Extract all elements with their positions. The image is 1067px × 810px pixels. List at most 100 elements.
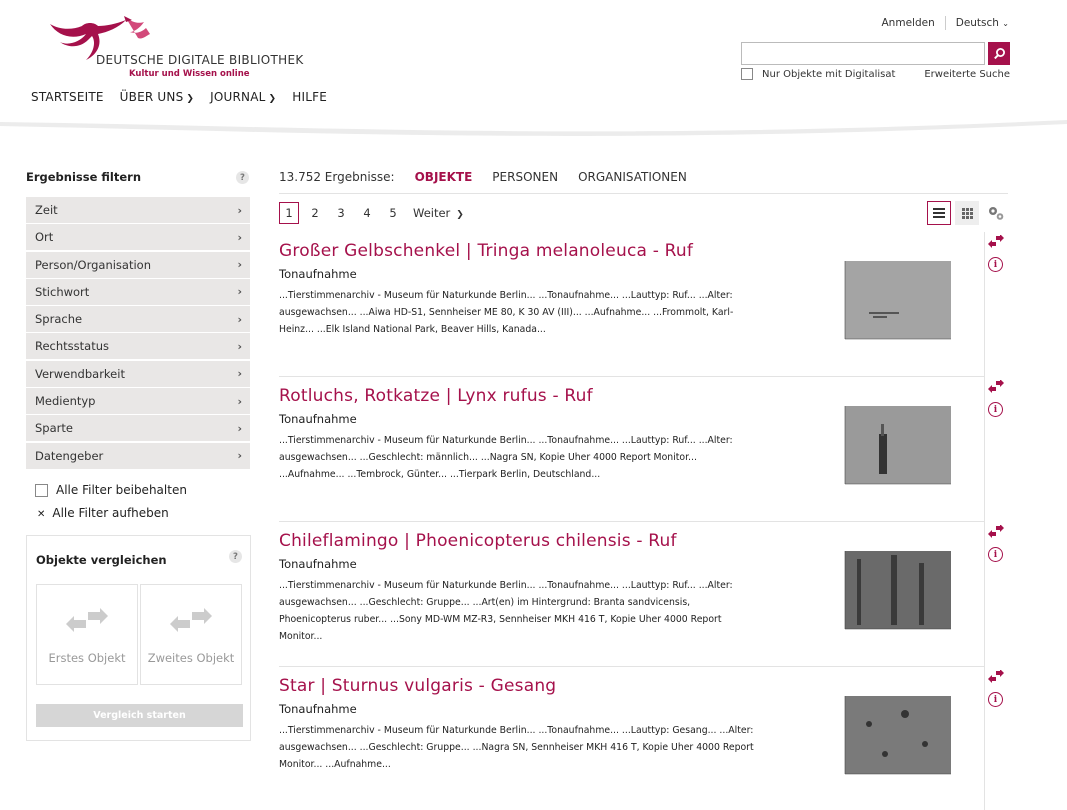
chevron-right-icon: › bbox=[237, 203, 242, 217]
result-snippet: ...Tierstimmenarchiv - Museum für Naturk… bbox=[279, 290, 734, 335]
result-title[interactable]: Großer Gelbschenkel | Tringa melanoleuca… bbox=[279, 241, 693, 261]
filter-item-zeit[interactable]: Zeit › bbox=[26, 197, 250, 223]
next-label: Weiter bbox=[413, 206, 451, 220]
ddb-logo[interactable]: DEUTSCHE DIGITALE BIBLIOTHEK Kultur und … bbox=[46, 14, 303, 84]
language-label: Deutsch bbox=[955, 17, 999, 29]
chevron-right-icon: › bbox=[237, 285, 242, 299]
filter-item-medientyp[interactable]: Medientyp › bbox=[26, 388, 250, 415]
compare-slot-second[interactable]: Zweites Objekt bbox=[140, 584, 242, 685]
compare-title: Objekte vergleichen bbox=[36, 553, 167, 567]
chevron-right-icon: › bbox=[237, 449, 242, 463]
tab-objekte[interactable]: OBJEKTE bbox=[415, 170, 473, 184]
login-link[interactable]: Anmelden bbox=[882, 17, 935, 29]
nav-item-journal[interactable]: JOURNAL ❯ bbox=[210, 90, 276, 104]
page-4[interactable]: 4 bbox=[357, 202, 377, 224]
grid-view-button[interactable] bbox=[955, 201, 979, 225]
info-icon[interactable]: i bbox=[988, 692, 1003, 707]
page-2[interactable]: 2 bbox=[305, 202, 325, 224]
keep-filters-checkbox[interactable]: Alle Filter beibehalten bbox=[35, 483, 187, 497]
list-view-button[interactable] bbox=[927, 201, 951, 225]
page-1[interactable]: 1 bbox=[279, 202, 299, 224]
filter-label: Medientyp bbox=[35, 394, 96, 409]
next-page-button[interactable]: Weiter ❯ bbox=[413, 206, 464, 220]
result-snippet: ...Tierstimmenarchiv - Museum für Naturk… bbox=[279, 725, 754, 770]
compare-arrows-icon[interactable] bbox=[988, 235, 1004, 249]
tab-organisationen[interactable]: ORGANISATIONEN bbox=[578, 170, 687, 184]
page-5[interactable]: 5 bbox=[383, 202, 403, 224]
list-icon bbox=[933, 208, 945, 218]
compare-slot-first[interactable]: Erstes Objekt bbox=[36, 584, 138, 685]
compare-arrows-icon[interactable] bbox=[988, 380, 1004, 394]
result-snippet: ...Tierstimmenarchiv - Museum für Naturk… bbox=[279, 580, 733, 642]
result-title[interactable]: Rotluchs, Rotkatze | Lynx rufus - Ruf bbox=[279, 386, 593, 406]
info-icon[interactable]: i bbox=[988, 547, 1003, 562]
result-item: Star | Sturnus vulgaris - Gesang Tonaufn… bbox=[279, 667, 985, 810]
info-icon[interactable]: i bbox=[988, 257, 1003, 272]
chevron-right-icon: › bbox=[237, 367, 242, 381]
spectrogram-thumbnail[interactable] bbox=[839, 694, 951, 780]
result-title[interactable]: Chileflamingo | Phoenicopterus chilensis… bbox=[279, 531, 677, 551]
search-input[interactable] bbox=[741, 42, 985, 65]
result-item: Chileflamingo | Phoenicopterus chilensis… bbox=[279, 522, 985, 667]
advanced-search-link[interactable]: Erweiterte Suche bbox=[924, 69, 1010, 80]
filter-item-ort[interactable]: Ort › bbox=[26, 224, 250, 251]
chevron-right-icon: › bbox=[237, 312, 242, 326]
help-icon[interactable]: ? bbox=[236, 171, 249, 184]
spectrogram-thumbnail[interactable] bbox=[839, 549, 951, 635]
divider bbox=[944, 16, 946, 30]
filter-label: Person/Organisation bbox=[35, 257, 151, 272]
pagination: 1 2 3 4 5 Weiter ❯ bbox=[279, 202, 464, 224]
header-swoosh bbox=[0, 120, 1067, 136]
result-item: Großer Gelbschenkel | Tringa melanoleuca… bbox=[279, 232, 985, 377]
compare-panel: Objekte vergleichen ? Erstes Objekt Zwei… bbox=[26, 535, 251, 741]
gears-icon bbox=[989, 207, 1004, 220]
result-type: Tonaufnahme bbox=[279, 702, 357, 716]
checkbox-box[interactable] bbox=[35, 483, 48, 497]
filter-heading-text: Ergebnisse filtern bbox=[26, 170, 142, 184]
search-button[interactable] bbox=[988, 42, 1010, 65]
spectrogram-thumbnail[interactable] bbox=[839, 404, 951, 490]
help-icon[interactable]: ? bbox=[229, 550, 242, 563]
close-icon: ✕ bbox=[37, 509, 46, 520]
result-item: Rotluchs, Rotkatze | Lynx rufus - Ruf To… bbox=[279, 377, 985, 522]
chevron-down-icon: ❯ bbox=[186, 94, 195, 104]
filter-item-verwendbarkeit[interactable]: Verwendbarkeit › bbox=[26, 360, 250, 387]
chevron-right-icon: › bbox=[237, 230, 242, 244]
chevron-right-icon: › bbox=[237, 421, 242, 435]
nav-label: JOURNAL bbox=[210, 90, 266, 104]
tab-personen[interactable]: PERSONEN bbox=[492, 170, 558, 184]
checkbox-box[interactable] bbox=[741, 68, 753, 80]
nav-item-startseite[interactable]: STARTSEITE bbox=[31, 90, 104, 104]
nav-item-hilfe[interactable]: HILFE bbox=[292, 90, 327, 104]
filter-label: Sprache bbox=[35, 312, 83, 327]
spectrogram-thumbnail[interactable] bbox=[839, 259, 951, 345]
chevron-right-icon: › bbox=[237, 394, 242, 408]
clear-filters-link[interactable]: ✕ Alle Filter aufheben bbox=[37, 506, 169, 520]
filter-item-rechtsstatus[interactable]: Rechtsstatus › bbox=[26, 333, 250, 360]
compare-arrows-icon[interactable] bbox=[988, 670, 1004, 684]
filter-item-sprache[interactable]: Sprache › bbox=[26, 306, 250, 333]
grid-icon bbox=[961, 207, 973, 219]
filter-label: Rechtsstatus bbox=[35, 339, 109, 354]
nav-label: ÜBER UNS bbox=[119, 90, 184, 104]
logo-title: DEUTSCHE DIGITALE BIBLIOTHEK bbox=[96, 53, 304, 67]
filter-item-stichwort[interactable]: Stichwort › bbox=[26, 278, 250, 305]
compare-arrows-icon[interactable] bbox=[988, 525, 1004, 539]
divider bbox=[279, 193, 1008, 194]
result-title[interactable]: Star | Sturnus vulgaris - Gesang bbox=[279, 676, 556, 696]
filter-label: Sparte bbox=[35, 421, 73, 436]
filter-item-person-organisation[interactable]: Person/Organisation › bbox=[26, 251, 250, 278]
page-3[interactable]: 3 bbox=[331, 202, 351, 224]
logo-tagline: Kultur und Wissen online bbox=[129, 69, 250, 79]
info-icon[interactable]: i bbox=[988, 402, 1003, 417]
filter-item-datengeber[interactable]: Datengeber › bbox=[26, 442, 250, 469]
clear-filters-label: Alle Filter aufheben bbox=[52, 506, 169, 520]
digitized-only-checkbox[interactable]: Nur Objekte mit Digitalisat bbox=[741, 68, 895, 80]
nav-item-ueber-uns[interactable]: ÜBER UNS ❯ bbox=[120, 90, 194, 104]
search-icon bbox=[993, 48, 1005, 60]
settings-button[interactable] bbox=[984, 201, 1008, 225]
result-type: Tonaufnahme bbox=[279, 557, 357, 571]
filter-item-sparte[interactable]: Sparte › bbox=[26, 415, 250, 442]
language-select[interactable]: Deutsch ⌄ bbox=[956, 17, 1009, 29]
compare-start-button[interactable]: Vergleich starten bbox=[36, 704, 243, 727]
